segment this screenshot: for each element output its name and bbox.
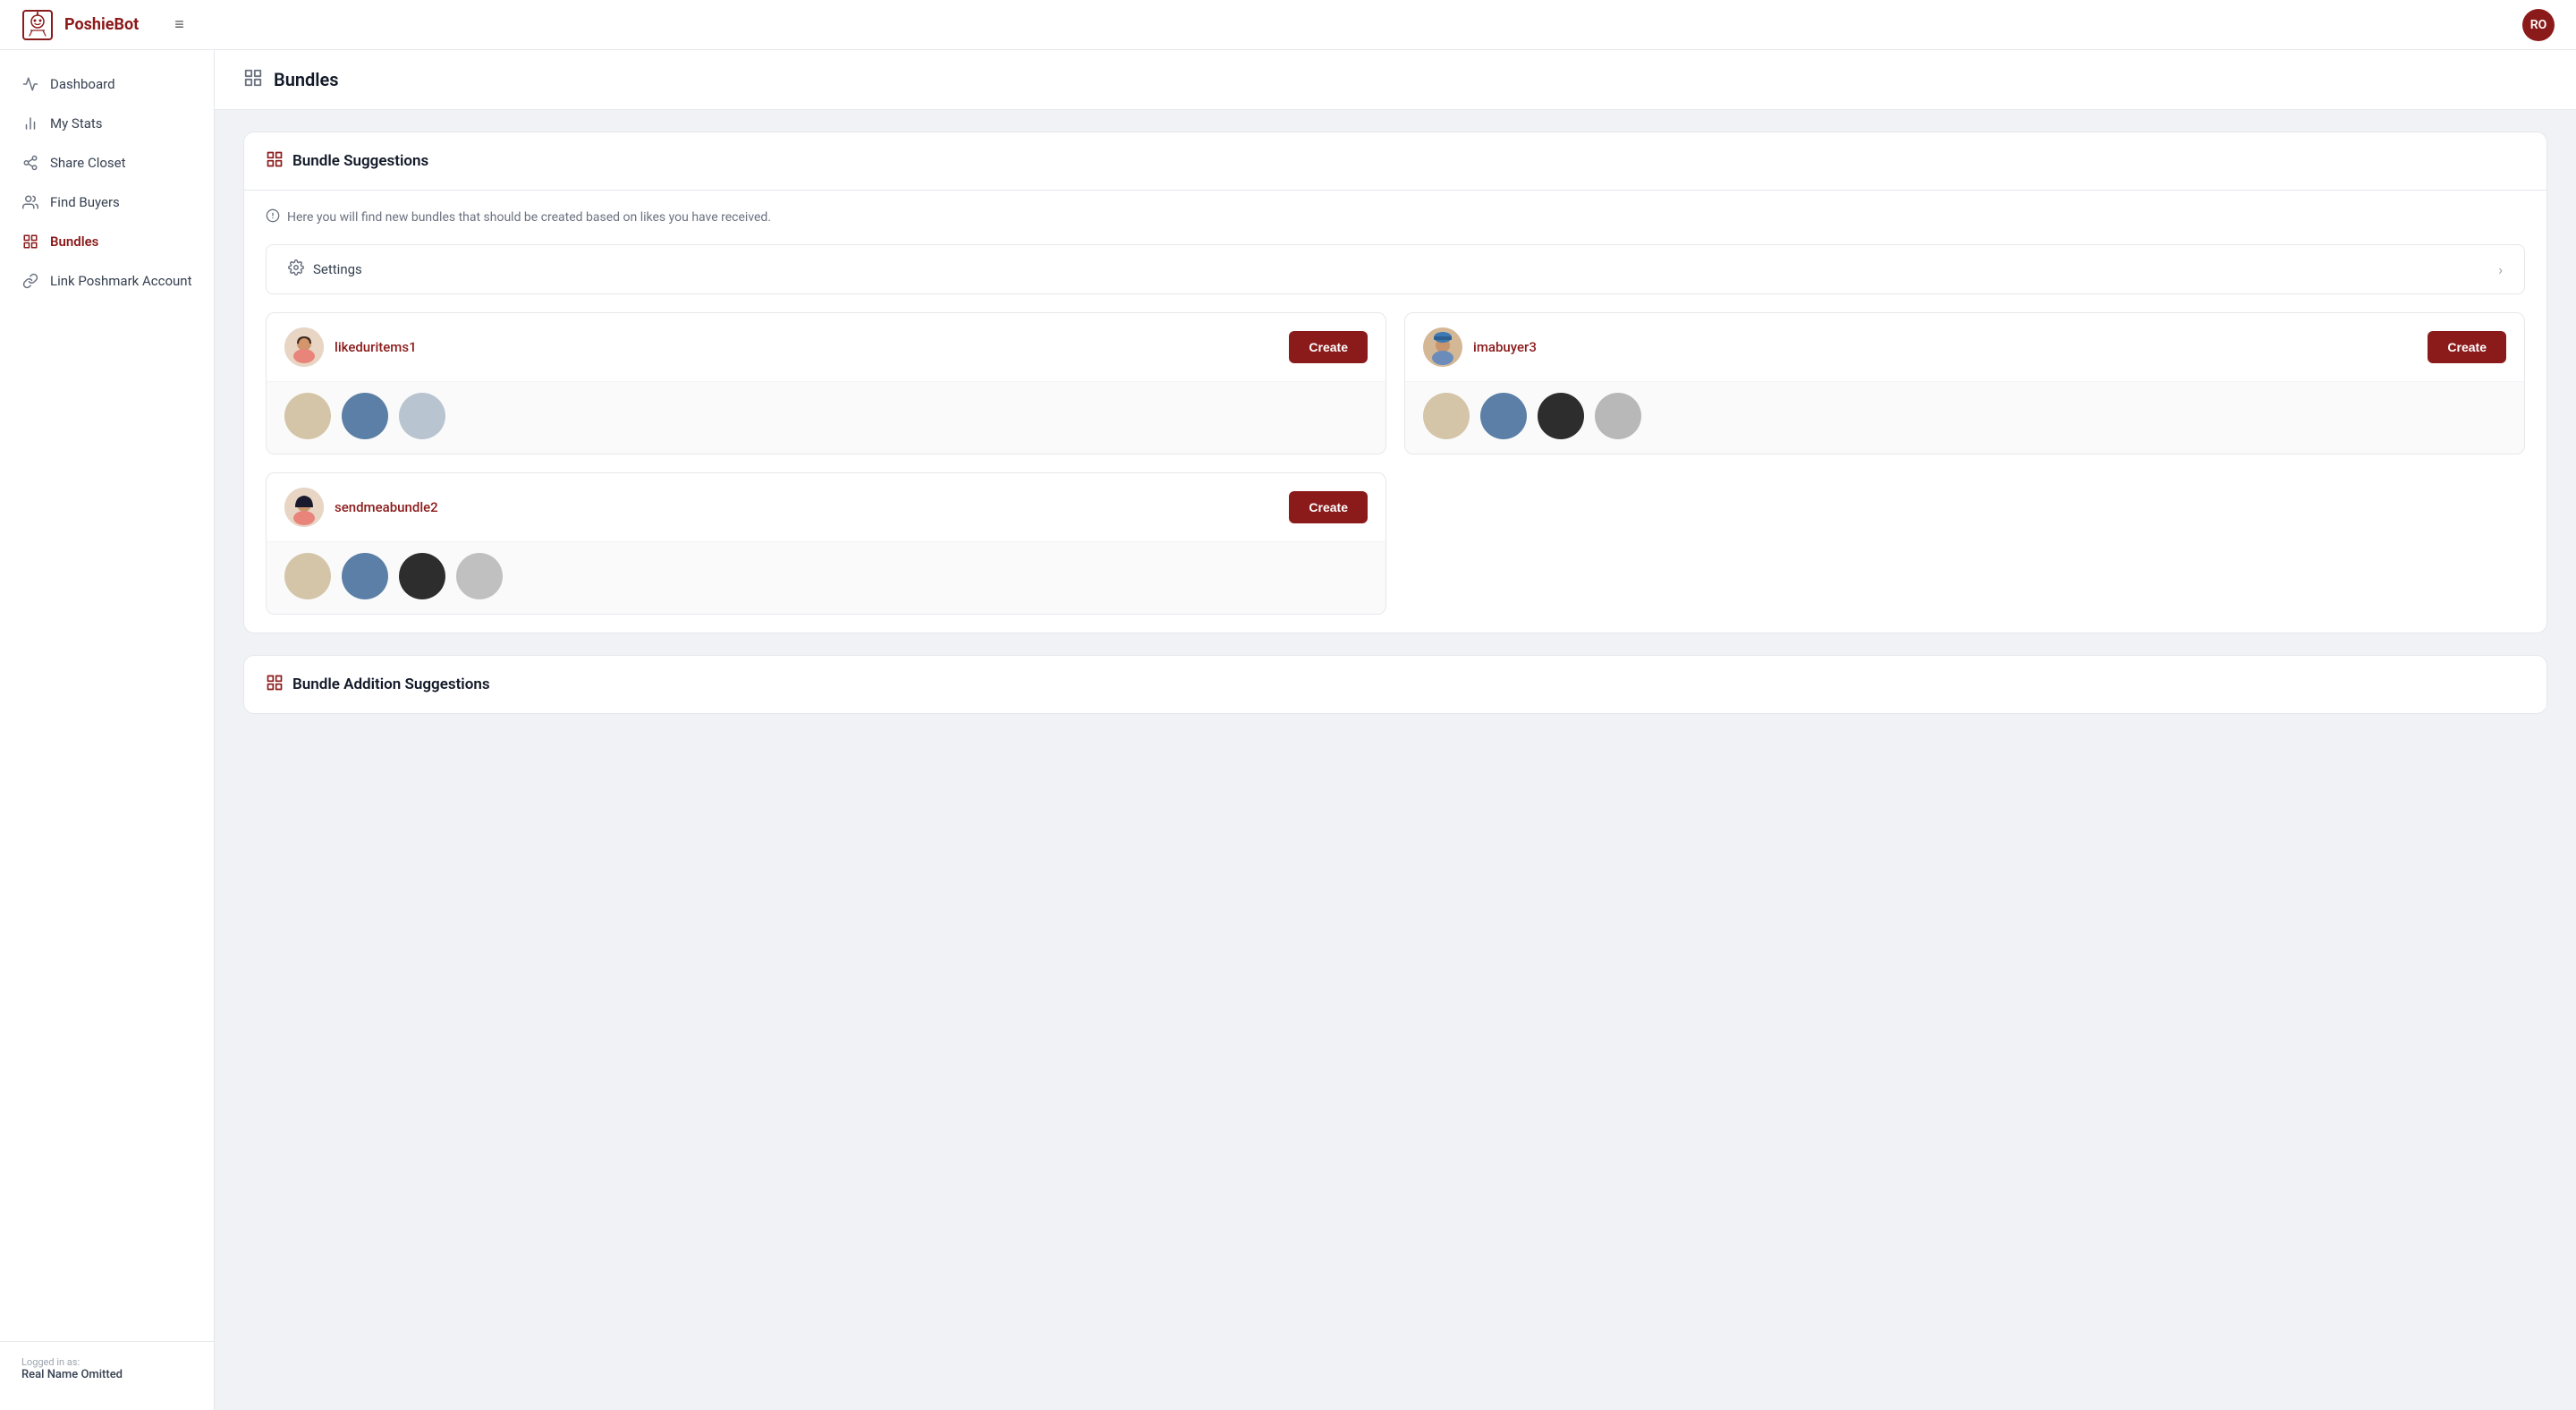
item-beige-2 (1423, 393, 1470, 439)
bundle-card-1: likeduritems1 Create (266, 312, 1386, 454)
item-jeans (342, 393, 388, 439)
bundle-suggestions-icon (266, 150, 284, 172)
sidebar-label-my-stats: My Stats (50, 115, 103, 132)
content-area: Bundle Suggestions Here you will find n (215, 110, 2576, 757)
item-beige-shirt (284, 393, 331, 439)
bundle-card-3-header: sendmeabundle2 Create (267, 473, 1385, 541)
main-content: Bundles Bundle Suggestions (215, 50, 2576, 1410)
hamburger-menu[interactable]: ≡ (174, 15, 184, 34)
link-icon (21, 272, 39, 290)
sidebar-item-find-buyers[interactable]: Find Buyers (0, 183, 214, 222)
info-icon (266, 208, 280, 226)
sidebar-label-share-closet: Share Closet (50, 155, 126, 171)
logged-in-label: Logged in as: (21, 1356, 192, 1368)
bundle-suggestions-body: Here you will find new bundles that shou… (244, 191, 2546, 633)
bundles-icon (21, 233, 39, 251)
item-black-tee-2 (399, 553, 445, 599)
share-icon (21, 154, 39, 172)
sidebar-spacer (0, 301, 214, 1341)
bundle-card-2-username: imabuyer3 (1473, 339, 1537, 355)
item-beige-3 (284, 553, 331, 599)
bundle-card-2-avatar (1423, 327, 1462, 367)
bundle-card-1-items (267, 381, 1385, 454)
bundle-card-2-header: imabuyer3 Create (1405, 313, 2524, 381)
item-jeans-2 (1480, 393, 1527, 439)
settings-row-left: Settings (288, 259, 362, 279)
activity-icon (21, 75, 39, 93)
bundle-grid: likeduritems1 Create (266, 312, 2525, 615)
sidebar-item-link-poshmark[interactable]: Link Poshmark Account (0, 261, 214, 301)
create-button-3[interactable]: Create (1289, 491, 1368, 523)
sidebar-item-bundles[interactable]: Bundles (0, 222, 214, 261)
topnav-left: PoshieBot ≡ (21, 9, 184, 41)
info-text: Here you will find new bundles that shou… (287, 210, 771, 225)
user-avatar-button[interactable]: RO (2522, 9, 2555, 41)
item-jeans-3 (342, 553, 388, 599)
top-navigation: PoshieBot ≡ RO (0, 0, 2576, 50)
bundle-card-1-username: likeduritems1 (335, 339, 417, 355)
page-header-icon (243, 68, 263, 91)
bundle-card-3-user: sendmeabundle2 (284, 488, 438, 527)
app-layout: Dashboard My Stats Share C (0, 50, 2576, 1410)
bundle-suggestions-title: Bundle Suggestions (292, 152, 428, 170)
bundle-card-2-items (1405, 381, 2524, 454)
page-header: Bundles (215, 50, 2576, 110)
bundle-addition-icon (266, 674, 284, 695)
bundle-card-3: sendmeabundle2 Create (266, 472, 1386, 615)
bundle-addition-card: Bundle Addition Suggestions (243, 655, 2547, 714)
chevron-right-icon: › (2498, 261, 2503, 278)
sidebar-user-name: Real Name Omitted (21, 1368, 192, 1381)
bundle-addition-title: Bundle Addition Suggestions (292, 675, 490, 693)
bundle-card-2: imabuyer3 Create (1404, 312, 2525, 454)
bundle-card-3-avatar (284, 488, 324, 527)
info-row: Here you will find new bundles that shou… (266, 208, 2525, 226)
settings-row[interactable]: Settings › (266, 244, 2525, 294)
bundle-suggestions-header: Bundle Suggestions (244, 132, 2546, 191)
sidebar-footer: Logged in as: Real Name Omitted (0, 1341, 214, 1396)
bar-chart-icon (21, 115, 39, 132)
bundle-suggestions-card: Bundle Suggestions Here you will find n (243, 132, 2547, 633)
item-gray-2 (456, 553, 503, 599)
bundle-card-3-username: sendmeabundle2 (335, 499, 438, 515)
sidebar-label-bundles: Bundles (50, 234, 98, 250)
sidebar-label-dashboard: Dashboard (50, 76, 115, 92)
sidebar-label-find-buyers: Find Buyers (50, 194, 120, 210)
bundle-addition-header: Bundle Addition Suggestions (244, 656, 2546, 713)
bundle-card-3-items (267, 541, 1385, 614)
page-title: Bundles (274, 69, 339, 90)
app-name: PoshieBot (64, 15, 139, 34)
users-icon (21, 193, 39, 211)
bundle-card-1-header: likeduritems1 Create (267, 313, 1385, 381)
sidebar-item-my-stats[interactable]: My Stats (0, 104, 214, 143)
item-floral (399, 393, 445, 439)
sidebar-item-dashboard[interactable]: Dashboard (0, 64, 214, 104)
item-black-tee (1538, 393, 1584, 439)
logo-icon (21, 9, 54, 41)
create-button-2[interactable]: Create (2428, 331, 2506, 363)
settings-label: Settings (313, 261, 362, 277)
gear-icon (288, 259, 304, 279)
sidebar-item-share-closet[interactable]: Share Closet (0, 143, 214, 183)
bundle-card-1-avatar (284, 327, 324, 367)
bundle-card-1-user: likeduritems1 (284, 327, 417, 367)
sidebar: Dashboard My Stats Share C (0, 50, 215, 1410)
sidebar-label-link-poshmark: Link Poshmark Account (50, 273, 191, 289)
item-gray (1595, 393, 1641, 439)
bundle-card-2-user: imabuyer3 (1423, 327, 1537, 367)
create-button-1[interactable]: Create (1289, 331, 1368, 363)
